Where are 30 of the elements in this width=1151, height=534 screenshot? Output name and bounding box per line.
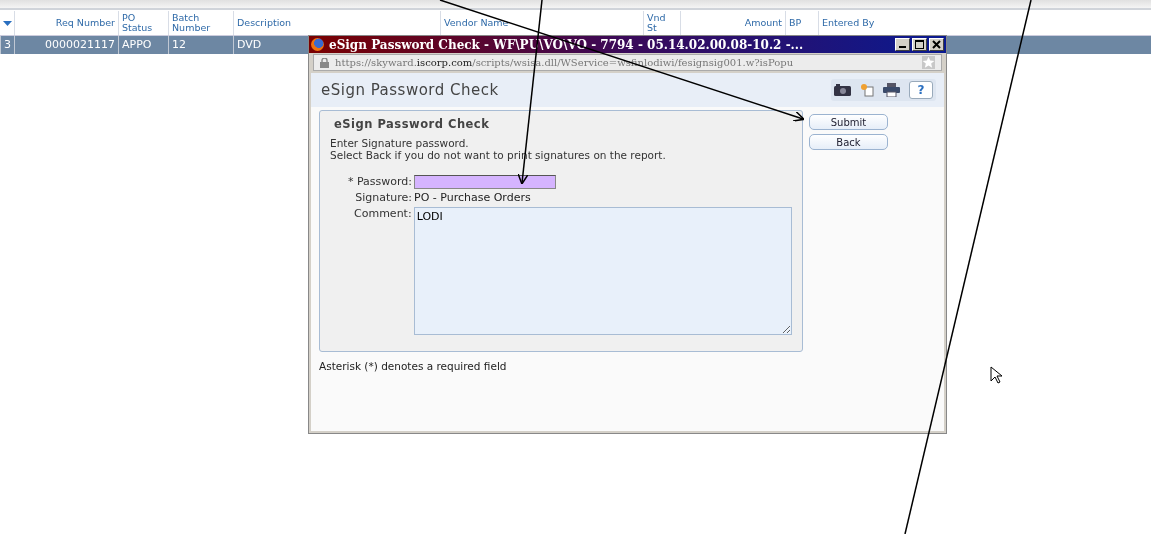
- comment-field[interactable]: LODI: [413, 207, 792, 335]
- password-field[interactable]: [414, 175, 556, 189]
- instruction-text: Enter Signature password.: [330, 137, 470, 149]
- star-icon[interactable]: [922, 56, 935, 69]
- field-label: * Password:: [346, 175, 413, 189]
- lock-icon: [320, 57, 329, 68]
- panel-title: eSign Password Check: [334, 117, 491, 131]
- column-header[interactable]: Batch Number: [168, 11, 233, 35]
- mouse-pointer-icon: [990, 366, 1002, 384]
- help-button[interactable]: ?: [909, 81, 933, 99]
- column-header[interactable]: PO Status: [118, 11, 168, 35]
- action-button[interactable]: Submit: [809, 114, 888, 130]
- field-value: PO - Purchase Orders: [414, 191, 531, 205]
- field-label: Signature:: [354, 191, 413, 205]
- maximize-button[interactable]: [912, 38, 927, 51]
- table-cell: 3: [0, 36, 14, 54]
- camera-icon[interactable]: [834, 84, 851, 96]
- footnote-text: Asterisk (*) denotes a required field: [319, 360, 508, 372]
- minimize-button[interactable]: [895, 38, 910, 51]
- printer-icon[interactable]: [883, 83, 900, 97]
- caret-icon[interactable]: [2, 20, 12, 26]
- action-button[interactable]: Back: [809, 134, 888, 150]
- table-cell: 0000021117: [14, 36, 118, 54]
- field-label: Comment:: [353, 207, 413, 221]
- table-cell: 12: [168, 36, 233, 54]
- column-header[interactable]: Req Number: [14, 11, 118, 35]
- close-button[interactable]: [929, 38, 944, 51]
- page-title: eSign Password Check: [321, 81, 499, 99]
- table-cell: APPO: [118, 36, 168, 54]
- browser-icon: [311, 38, 324, 51]
